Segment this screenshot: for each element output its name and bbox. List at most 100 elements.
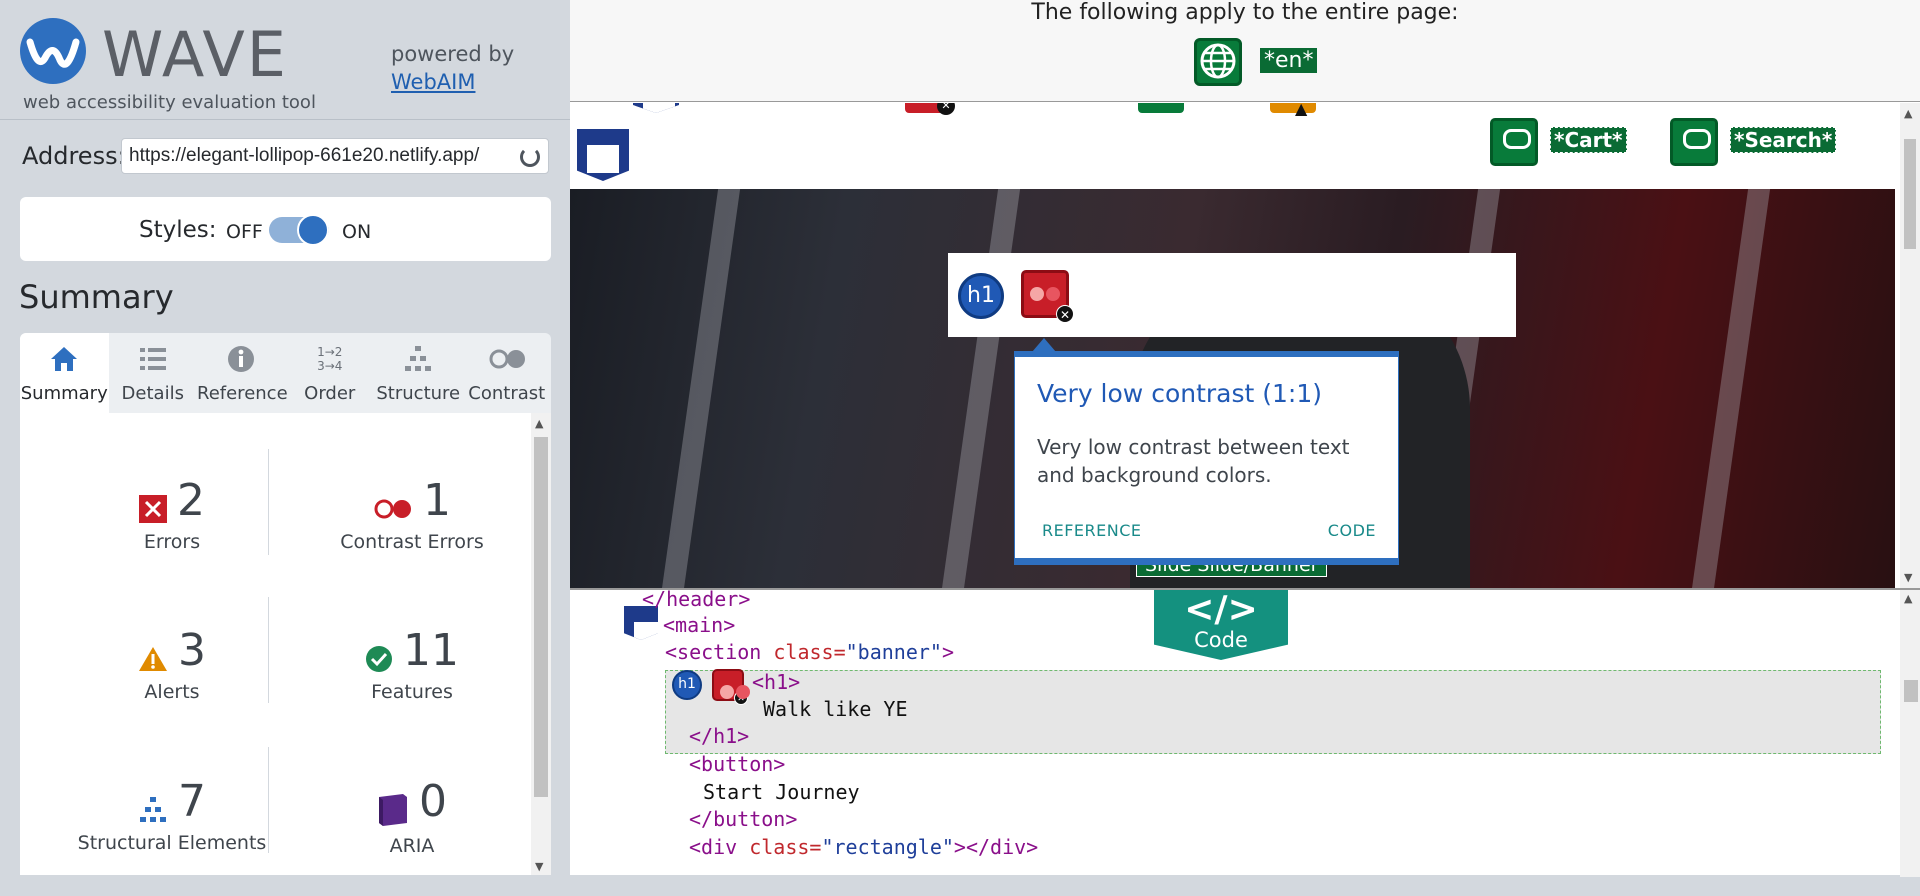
search-link-badge: *Search* bbox=[1730, 127, 1837, 153]
address-value: https://elegant-lollipop-661e20.netlify.… bbox=[129, 145, 480, 166]
contrast-error-icon[interactable]: ✕ bbox=[1021, 270, 1074, 323]
structure-icon bbox=[138, 796, 168, 828]
code-attr: class= bbox=[773, 640, 846, 664]
code-line: Start Journey bbox=[703, 780, 860, 804]
contrast-popup: Very low contrast (1:1) Very low contras… bbox=[1014, 338, 1399, 565]
popup-code-link[interactable]: CODE bbox=[1328, 521, 1376, 540]
code-value: "banner" bbox=[845, 640, 942, 664]
tab-summary[interactable]: Summary bbox=[20, 333, 109, 413]
page-viewport: ✕ ▲ *Cart* *Search* h1 ✕ Slide Slide/Ban… bbox=[570, 103, 1900, 588]
code-icon: </> bbox=[1184, 589, 1258, 630]
scrollbar-thumb[interactable] bbox=[1904, 139, 1916, 249]
tab-reference-label: Reference bbox=[197, 383, 288, 404]
tab-order-label: Order bbox=[304, 383, 356, 404]
logo-area: WAVE web accessibility evaluation tool p… bbox=[0, 0, 570, 120]
code-line: </button> bbox=[689, 807, 798, 831]
stat-errors[interactable]: 2 Errors bbox=[53, 475, 291, 595]
stat-features[interactable]: 11 Features bbox=[293, 625, 531, 745]
scroll-down-icon[interactable]: ▼ bbox=[1904, 571, 1912, 584]
stat-errors-row: 2 bbox=[53, 475, 291, 527]
panel-tabs: Summary Details Reference 1→2 3→4 Order S… bbox=[20, 333, 551, 413]
scrollbar-thumb[interactable] bbox=[534, 437, 548, 797]
scroll-up-icon[interactable]: ▲ bbox=[535, 417, 543, 430]
h1-icon[interactable]: h1 bbox=[958, 273, 1004, 319]
wave-title: WAVE bbox=[102, 18, 288, 91]
stat-alerts[interactable]: 3 Alerts bbox=[53, 625, 291, 745]
stat-contrast-row: 1 bbox=[293, 475, 531, 527]
linked-image-icon[interactable] bbox=[1670, 118, 1718, 166]
error-icon bbox=[139, 494, 167, 527]
popup-pointer bbox=[1032, 338, 1056, 352]
wave-logo-icon bbox=[20, 18, 86, 84]
code-tag: > bbox=[941, 640, 954, 664]
address-row: Address: https://elegant-lollipop-661e20… bbox=[22, 138, 550, 174]
stat-alerts-row: 3 bbox=[53, 625, 291, 677]
powered-by: powered by WebAIM bbox=[391, 40, 514, 96]
tab-reference[interactable]: Reference bbox=[197, 333, 288, 413]
info-icon bbox=[197, 345, 286, 375]
scroll-down-icon[interactable]: ▼ bbox=[535, 860, 543, 873]
code-attr: class= bbox=[749, 835, 822, 859]
feature-icon[interactable] bbox=[1138, 103, 1184, 113]
code-tag: ></div> bbox=[953, 835, 1039, 859]
code-line: <section class="banner"> bbox=[665, 640, 954, 664]
scroll-up-icon[interactable]: ▲ bbox=[1904, 592, 1912, 605]
code-line: <main> bbox=[663, 613, 736, 637]
code-line: </h1> bbox=[689, 724, 750, 748]
popup-reference-link[interactable]: REFERENCE bbox=[1042, 521, 1142, 540]
scroll-up-icon[interactable]: ▲ bbox=[1904, 107, 1912, 120]
code-line: </header> bbox=[642, 587, 751, 611]
tab-contrast-label: Contrast bbox=[468, 383, 546, 404]
toggle-knob[interactable] bbox=[297, 214, 329, 246]
linked-image-icon[interactable] bbox=[1490, 118, 1538, 166]
contrast-error-icon[interactable]: ✕ bbox=[712, 669, 750, 705]
code-line: <button> bbox=[689, 752, 786, 776]
divider bbox=[268, 449, 269, 555]
feature-check-icon bbox=[365, 645, 393, 677]
popup-title: Very low contrast (1:1) bbox=[1037, 379, 1322, 408]
header-landmark-icon[interactable] bbox=[577, 129, 629, 181]
styles-off-label: OFF bbox=[226, 221, 263, 243]
code-tag: <section bbox=[665, 640, 774, 664]
language-badge: *en* bbox=[1260, 48, 1318, 73]
stat-structural[interactable]: 7 Structural Elements bbox=[53, 776, 291, 896]
wave-subtitle: web accessibility evaluation tool bbox=[23, 92, 316, 113]
home-icon bbox=[20, 345, 109, 375]
alerts-label: Alerts bbox=[144, 681, 200, 703]
summary-scrollbar[interactable]: ▲ ▼ bbox=[531, 413, 551, 875]
address-input[interactable]: https://elegant-lollipop-661e20.netlify.… bbox=[121, 138, 549, 174]
landmark-icon[interactable] bbox=[633, 103, 679, 113]
light-beam bbox=[1691, 189, 1771, 588]
h1-banner-box: h1 ✕ bbox=[948, 253, 1516, 337]
contrast-icon bbox=[463, 345, 552, 375]
webaim-link[interactable]: WebAIM bbox=[391, 68, 514, 96]
stat-aria-row: 0 bbox=[293, 776, 531, 831]
code-scrollbar[interactable]: ▲ bbox=[1900, 590, 1920, 877]
tab-order[interactable]: 1→2 3→4 Order bbox=[286, 333, 375, 413]
warning-icon: ▲ bbox=[1295, 103, 1308, 118]
list-icon bbox=[109, 345, 198, 375]
h1-icon[interactable]: h1 bbox=[672, 670, 702, 700]
light-beam bbox=[941, 189, 1021, 588]
entire-page-text: The following apply to the entire page: bbox=[1031, 0, 1459, 25]
stat-aria[interactable]: 0 ARIA bbox=[293, 776, 531, 896]
viewport-scrollbar[interactable]: ▲ ▼ bbox=[1900, 103, 1920, 588]
powered-by-text: powered by bbox=[391, 42, 515, 66]
features-label: Features bbox=[371, 681, 453, 703]
globe-icon[interactable] bbox=[1194, 38, 1242, 86]
tab-details[interactable]: Details bbox=[109, 333, 198, 413]
scrollbar-thumb[interactable] bbox=[1904, 680, 1918, 702]
stat-contrast-errors[interactable]: 1 Contrast Errors bbox=[293, 475, 531, 595]
code-toggle-button[interactable]: </> Code bbox=[1154, 590, 1288, 660]
alert-icon[interactable] bbox=[1270, 103, 1316, 113]
stat-features-row: 11 bbox=[293, 625, 531, 677]
reload-icon[interactable] bbox=[520, 147, 540, 167]
code-line: <div class="rectangle"></div> bbox=[689, 835, 1038, 859]
tab-summary-label: Summary bbox=[20, 383, 108, 404]
tab-structure[interactable]: Structure bbox=[374, 333, 463, 413]
styles-toggle[interactable] bbox=[269, 214, 329, 246]
main-landmark-icon[interactable] bbox=[624, 606, 658, 640]
entire-page-bar: The following apply to the entire page: … bbox=[570, 0, 1920, 102]
tab-contrast[interactable]: Contrast bbox=[463, 333, 552, 413]
contrast-error-icon bbox=[373, 497, 413, 525]
